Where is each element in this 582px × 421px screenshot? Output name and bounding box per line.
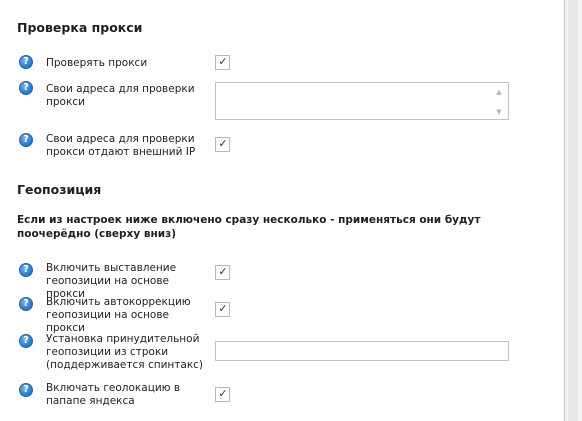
yandex-popup-geolocation-checkbox[interactable]: ✓ [215, 387, 230, 402]
section-title-geoposition: Геопозиция [17, 182, 102, 197]
scroll-up-arrow-icon[interactable]: ▲ [495, 88, 503, 96]
checkmark-icon: ✓ [218, 387, 228, 400]
checkmark-icon: ✓ [218, 265, 228, 278]
geo-autocorrect-checkbox[interactable]: ✓ [215, 302, 230, 317]
custom-urls-external-ip-label: Свои адреса для проверки прокси отдают в… [46, 133, 196, 158]
page-scrollbar-track[interactable] [568, 0, 578, 421]
help-icon[interactable]: ? [19, 334, 33, 348]
yandex-popup-geolocation-label: Включать геолокацию в папапе яндекса [46, 382, 181, 407]
checkmark-icon: ✓ [218, 55, 228, 68]
settings-panel: Проверка прокси ? Проверять прокси ✓ ? С… [0, 0, 565, 421]
help-icon[interactable]: ? [19, 383, 33, 397]
custom-urls-external-ip-checkbox[interactable]: ✓ [215, 137, 230, 152]
geo-from-proxy-checkbox[interactable]: ✓ [215, 265, 230, 280]
check-proxy-checkbox[interactable]: ✓ [215, 55, 230, 70]
check-proxy-label: Проверять прокси [46, 57, 148, 69]
checkmark-icon: ✓ [218, 302, 228, 315]
settings-window: Проверка прокси ? Проверять прокси ✓ ? С… [0, 0, 582, 421]
help-icon[interactable]: ? [19, 297, 33, 311]
geo-autocorrect-label: Включить автокоррекцию геопозиции на осн… [46, 296, 191, 334]
help-icon[interactable]: ? [19, 263, 33, 277]
geoposition-note: Если из настроек ниже включено сразу нес… [17, 214, 481, 240]
help-icon[interactable]: ? [19, 133, 33, 147]
page-scrollbar[interactable] [565, 0, 582, 421]
forced-geo-string-input[interactable] [215, 341, 509, 361]
section-title-proxy-check: Проверка прокси [17, 20, 143, 35]
scroll-down-arrow-icon[interactable]: ▼ [495, 108, 503, 116]
help-icon[interactable]: ? [19, 55, 33, 69]
custom-check-urls-textarea[interactable]: ▲ ▼ [215, 82, 509, 120]
checkmark-icon: ✓ [218, 137, 228, 150]
custom-check-urls-label: Свои адреса для проверки прокси [46, 83, 195, 108]
forced-geo-string-label: Установка принудительной геопозиции из с… [46, 333, 204, 371]
help-icon[interactable]: ? [19, 81, 33, 95]
textarea-scrollbar[interactable]: ▲ ▼ [491, 84, 507, 118]
